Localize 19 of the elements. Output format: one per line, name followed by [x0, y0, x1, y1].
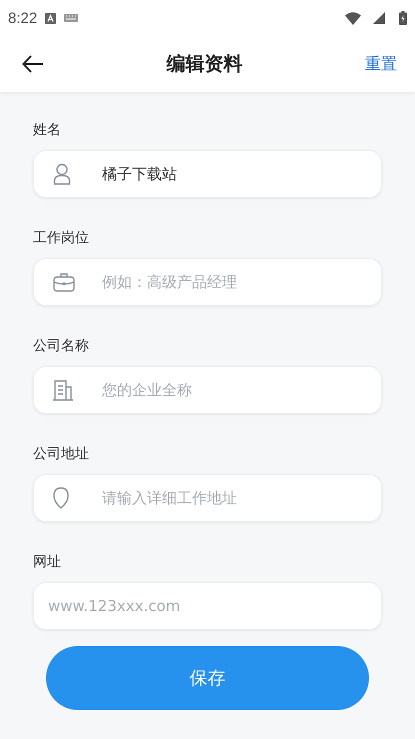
- page-title: 编辑资料: [165, 52, 244, 77]
- input-field[interactable]: 请输入详细工作地址: [33, 474, 382, 522]
- battery-icon: [399, 11, 407, 25]
- input-field[interactable]: www.123xxx.com: [33, 582, 382, 630]
- field-label: 姓名: [33, 121, 61, 140]
- save-button[interactable]: 保存: [46, 646, 369, 710]
- status-time: 8:22: [8, 10, 38, 26]
- field-label: 网址: [33, 553, 61, 572]
- field-label: 公司名称: [33, 337, 89, 356]
- reset-button[interactable]: 重置: [361, 50, 401, 78]
- input-field[interactable]: 橘子下载站: [33, 150, 382, 198]
- input-field[interactable]: 您的企业全称: [33, 366, 382, 414]
- field-label: 公司地址: [33, 445, 89, 464]
- field-label: 工作岗位: [33, 229, 89, 248]
- keyboard-a-icon: [45, 12, 56, 24]
- keyboard-icon: [64, 14, 78, 22]
- wifi-icon: [345, 12, 361, 24]
- input-field[interactable]: 例如：高级产品经理: [33, 258, 382, 306]
- signal-icon: [373, 12, 385, 24]
